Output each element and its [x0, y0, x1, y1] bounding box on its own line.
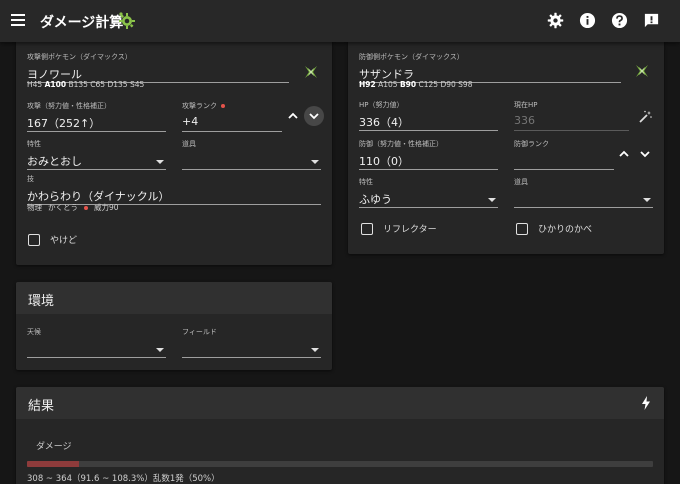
- attacker-base-stats: H45 A100 B135 C65 D135 S45: [27, 80, 145, 89]
- defender-item-label: 道具: [514, 178, 528, 186]
- terrain-field[interactable]: フィールド: [182, 327, 321, 358]
- defense-label: 防御（努力値・性格補正）: [359, 140, 443, 148]
- attacker-item-field[interactable]: 道具: [182, 139, 321, 170]
- attacker-item-value: [182, 153, 321, 167]
- environment-card: 環境 天候 フィールド: [16, 282, 332, 370]
- move-power: 威力90: [94, 203, 119, 212]
- weather-label: 天候: [27, 328, 41, 336]
- lightning-icon[interactable]: [640, 396, 652, 410]
- info-icon[interactable]: [579, 12, 596, 29]
- defense-field[interactable]: 防御（努力値・性格補正） 110（0）: [359, 139, 498, 170]
- rank-down-button[interactable]: [304, 106, 324, 126]
- environment-header: 環境: [16, 282, 332, 314]
- attack-label: 攻撃（努力値・性格補正）: [27, 102, 111, 110]
- attacker-item-label: 道具: [182, 140, 196, 148]
- defender-item-value: [514, 191, 653, 205]
- attacker-ability-label: 特性: [27, 140, 41, 148]
- defender-base-stats: H92 A105 B90 C125 D90 S98: [359, 80, 473, 89]
- damage-label: ダメージ: [36, 442, 72, 452]
- attacker-pokemon-value: ヨノワール: [27, 68, 82, 81]
- dynamax-icon[interactable]: [635, 64, 649, 78]
- current-hp-label: 現在HP: [514, 101, 538, 109]
- defender-pokemon-label: 防御側ポケモン（ダイマックス）: [359, 53, 464, 61]
- light-screen-label: ひかりのかべ: [538, 225, 593, 235]
- help-icon[interactable]: [611, 12, 628, 29]
- attack-rank-value: +4: [182, 115, 199, 128]
- settings-icon[interactable]: [547, 12, 564, 29]
- defense-rank-field[interactable]: 防御ランク: [514, 139, 614, 170]
- pokeball-gear-icon: [119, 12, 135, 29]
- defender-item-field[interactable]: 道具: [514, 177, 653, 208]
- feedback-icon[interactable]: [643, 12, 660, 29]
- attacker-card: 攻撃側ポケモン（ダイマックス） ヨノワール H45 A100 B135 C65 …: [16, 38, 332, 265]
- rank-up-button[interactable]: [286, 109, 300, 123]
- defense-rank-value: [514, 153, 614, 167]
- hp-value: 336（4）: [359, 116, 409, 129]
- terrain-value: [182, 341, 321, 355]
- move-label: 技: [27, 175, 34, 183]
- rank-up-button[interactable]: [617, 147, 631, 161]
- result-header: 結果: [16, 387, 664, 419]
- required-dot: [221, 104, 225, 108]
- defender-ability-value: ふゆう: [359, 193, 392, 206]
- dropdown-arrow-icon: [311, 348, 319, 352]
- dropdown-arrow-icon: [156, 160, 164, 164]
- terrain-label: フィールド: [182, 328, 217, 336]
- move-field[interactable]: 技 かわらわり（ダイナックル）: [27, 174, 321, 205]
- burn-label: やけど: [50, 236, 78, 246]
- light-screen-checkbox-row[interactable]: ひかりのかべ: [516, 222, 592, 235]
- rank-down-button[interactable]: [638, 147, 652, 161]
- move-value: かわらわり（ダイナックル）: [27, 190, 170, 203]
- attacker-pokemon-label: 攻撃側ポケモン（ダイマックス）: [27, 53, 132, 61]
- move-type: かくとう: [48, 203, 78, 212]
- defender-pokemon-value: サザンドラ: [359, 68, 414, 81]
- damage-result-text: 308 ~ 364（91.6 ~ 108.3%）乱数1発（50%）: [27, 474, 220, 484]
- attacker-ability-value: おみとおし: [27, 155, 82, 168]
- attack-field[interactable]: 攻撃（努力値・性格補正） 167（252↑）: [27, 101, 166, 132]
- reflect-checkbox-row[interactable]: リフレクター: [361, 222, 437, 235]
- attacker-ability-field[interactable]: 特性 おみとおし: [27, 139, 166, 170]
- dropdown-arrow-icon: [488, 198, 496, 202]
- hp-label: HP（努力値）: [359, 101, 404, 109]
- defender-ability-field[interactable]: 特性 ふゆう: [359, 177, 498, 208]
- defender-pokemon-field[interactable]: 防御側ポケモン（ダイマックス） サザンドラ: [359, 52, 653, 83]
- move-info: 物理 かくとう 威力90: [27, 202, 125, 213]
- magic-wand-icon[interactable]: [638, 110, 652, 124]
- dropdown-arrow-icon: [156, 348, 164, 352]
- damage-bar: [27, 461, 653, 467]
- result-card: 結果 ダメージ 308 ~ 364（91.6 ~ 108.3%）乱数1発（50%…: [16, 387, 664, 484]
- burn-checkbox-row[interactable]: やけど: [28, 233, 77, 246]
- burn-checkbox[interactable]: [28, 233, 40, 246]
- dropdown-arrow-icon: [311, 160, 319, 164]
- defense-rank-label: 防御ランク: [514, 140, 549, 148]
- move-category: 物理: [27, 203, 42, 212]
- damage-bar-fill: [27, 461, 79, 467]
- environment-title: 環境: [28, 294, 55, 309]
- weather-field[interactable]: 天候: [27, 327, 166, 358]
- defense-value: 110（0）: [359, 155, 409, 168]
- chevron-down-icon: [309, 113, 319, 120]
- app-title: ダメージ計算: [40, 15, 124, 31]
- weather-value: [27, 341, 166, 355]
- reflect-checkbox[interactable]: [361, 222, 373, 235]
- menu-icon[interactable]: [11, 14, 25, 26]
- light-screen-checkbox[interactable]: [516, 222, 528, 235]
- current-hp-field[interactable]: 現在HP 336: [514, 100, 629, 131]
- dropdown-arrow-icon: [643, 198, 651, 202]
- type-dot: [84, 206, 88, 210]
- dynamax-icon[interactable]: [304, 65, 318, 79]
- attack-rank-field[interactable]: 攻撃ランク +4: [182, 101, 282, 132]
- attacker-pokemon-field[interactable]: 攻撃側ポケモン（ダイマックス） ヨノワール: [27, 52, 321, 83]
- reflect-label: リフレクター: [383, 225, 437, 235]
- current-hp-value: 336: [514, 114, 535, 127]
- attack-value: 167（252↑）: [27, 117, 101, 130]
- app-bar: ダメージ計算: [0, 0, 680, 42]
- result-title: 結果: [28, 399, 55, 414]
- defender-card: 防御側ポケモン（ダイマックス） サザンドラ H92 A105 B90 C125 …: [348, 38, 664, 254]
- defender-ability-label: 特性: [359, 178, 373, 186]
- hp-field[interactable]: HP（努力値） 336（4）: [359, 100, 498, 131]
- attack-rank-label: 攻撃ランク: [182, 102, 217, 110]
